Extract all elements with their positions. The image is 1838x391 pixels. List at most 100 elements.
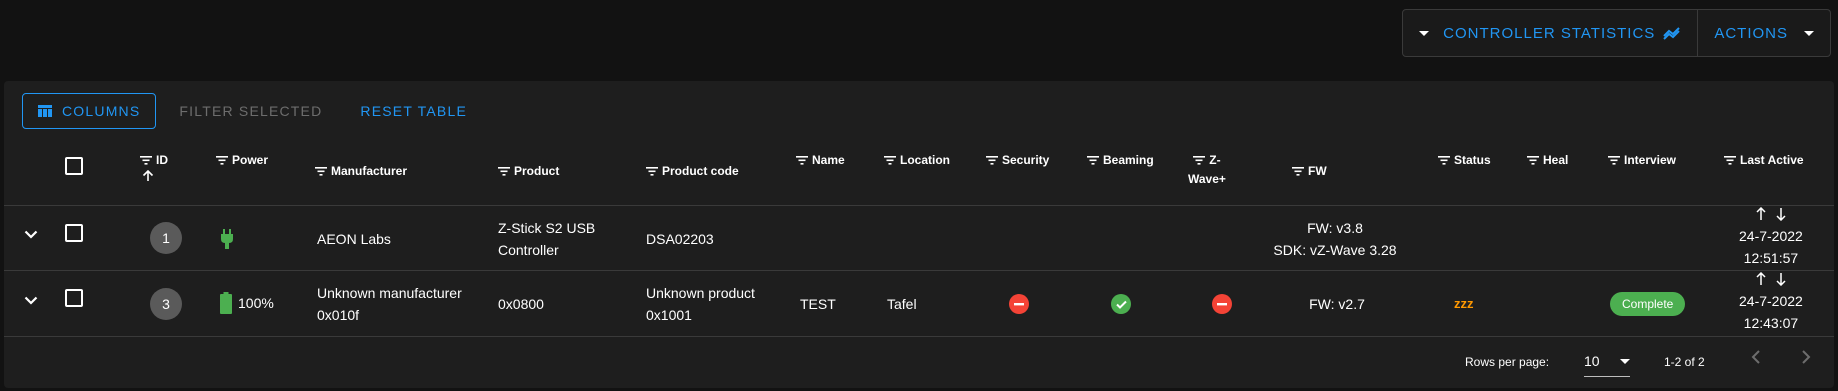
header-name-label: Name (812, 153, 845, 167)
chevron-left-icon (1751, 350, 1760, 364)
id-cell: 3 (150, 288, 182, 320)
header-beaming[interactable]: Beaming (1087, 153, 1154, 167)
filter-icon (140, 156, 152, 165)
actions-label: ACTIONS (1714, 24, 1788, 42)
header-last-active-label: Last Active (1740, 153, 1804, 167)
view-column-icon (38, 105, 52, 117)
product-value-line1: Z-Stick S2 USB (498, 220, 596, 236)
chart-trend-icon (1663, 27, 1681, 40)
select-all-checkbox[interactable] (65, 157, 83, 175)
filter-icon (646, 167, 658, 176)
caret-down-icon (1419, 30, 1430, 36)
header-heal-label: Heal (1543, 153, 1569, 167)
plug-icon (221, 229, 233, 249)
manufacturer-value-line2: 0x010f (317, 307, 360, 323)
chevron-down-icon (24, 296, 38, 305)
fw-value-line1: FW: v3.8 (1307, 220, 1363, 236)
filter-icon (498, 167, 510, 176)
header-zwave-plus-label-1: Z- (1209, 153, 1221, 167)
sleep-text: zzz (1454, 296, 1474, 311)
zwave-plus-cell (1212, 294, 1232, 314)
chevron-down-icon (24, 230, 38, 239)
header-status[interactable]: Status (1438, 153, 1491, 167)
rows-per-page-select[interactable]: 10 (1584, 345, 1630, 377)
header-power[interactable]: Power (216, 153, 268, 167)
header-fw-label: FW (1308, 164, 1327, 178)
manufacturer-cell: AEON Labs (317, 228, 391, 250)
filter-icon (1292, 167, 1304, 176)
caret-down-icon (1804, 30, 1814, 36)
product-cell: Z-Stick S2 USB Controller (498, 217, 595, 261)
next-page-button[interactable] (1800, 349, 1812, 370)
arrow-down-icon (1776, 208, 1786, 221)
filter-icon (986, 156, 998, 165)
rows-per-page-value: 10 (1584, 352, 1600, 369)
header-name[interactable]: Name (796, 153, 845, 167)
power-cell: 100% (220, 292, 274, 314)
fw-cell: FW: v3.8 SDK: vZ-Wave 3.28 (1273, 217, 1396, 261)
columns-label: COLUMNS (62, 103, 141, 119)
arrow-down-icon (1776, 273, 1786, 286)
battery-full-icon (220, 292, 232, 314)
header-zwave-plus[interactable]: Z- Wave+ (1188, 153, 1226, 186)
id-cell: 1 (150, 222, 182, 254)
columns-button[interactable]: COLUMNS (22, 93, 157, 129)
last-active-cell: 24-7-2022 12:51:57 (1739, 207, 1803, 269)
header-last-active[interactable]: Last Active (1724, 153, 1804, 167)
header-product-code-label: Product code (662, 164, 739, 178)
table-row[interactable]: 3 100% Unknown manufacturer 0x010f 0x080… (4, 272, 1834, 337)
header-id[interactable]: ID (140, 153, 168, 182)
last-active-date: 24-7-2022 (1739, 293, 1803, 309)
manufacturer-cell: Unknown manufacturer 0x010f (317, 282, 462, 326)
filter-icon (1193, 156, 1206, 165)
header-manufacturer-label: Manufacturer (331, 164, 408, 178)
header-product-label: Product (514, 164, 560, 178)
manufacturer-value-line1: Unknown manufacturer (317, 285, 462, 301)
arrow-up-icon (1756, 272, 1766, 285)
filter-icon (315, 167, 327, 176)
arrow-up-icon (1756, 207, 1766, 220)
check-circle-icon (1111, 294, 1131, 314)
header-location[interactable]: Location (884, 153, 950, 167)
id-value: 3 (162, 296, 170, 312)
expand-row-button[interactable] (24, 230, 38, 239)
header-zwave-plus-label-2: Wave+ (1188, 172, 1226, 186)
filter-selected-button[interactable]: FILTER SELECTED (164, 93, 337, 129)
table-row[interactable]: 1 AEON Labs Z-Stick S2 USB Controller DS… (4, 207, 1834, 271)
filter-icon (1724, 156, 1736, 165)
security-cell (1009, 294, 1029, 314)
header-interview[interactable]: Interview (1608, 153, 1676, 167)
table-header: ID Power Manufacturer Product Product co… (4, 141, 1834, 206)
filter-icon (1527, 156, 1539, 165)
header-security-label: Security (1002, 153, 1050, 167)
actions-button[interactable]: ACTIONS (1697, 10, 1830, 56)
expand-row-button[interactable] (24, 296, 38, 305)
power-cell (220, 229, 234, 249)
header-manufacturer[interactable]: Manufacturer (315, 164, 407, 178)
beaming-cell (1111, 294, 1131, 314)
product-cell: 0x0800 (498, 293, 544, 315)
controller-statistics-button[interactable]: CONTROLLER STATISTICS (1403, 10, 1697, 56)
header-status-label: Status (1454, 153, 1491, 167)
row-checkbox[interactable] (65, 289, 83, 307)
header-beaming-label: Beaming (1103, 153, 1154, 167)
header-heal[interactable]: Heal (1527, 153, 1568, 167)
fw-value: FW: v2.7 (1309, 296, 1365, 312)
header-product-code[interactable]: Product code (646, 164, 739, 178)
status-cell: zzz (1454, 293, 1474, 315)
location-value: Tafel (887, 296, 917, 312)
id-badge: 3 (150, 288, 182, 320)
filter-icon (216, 156, 228, 165)
row-checkbox[interactable] (65, 224, 83, 242)
filter-icon (796, 156, 808, 165)
header-security[interactable]: Security (986, 153, 1049, 167)
battery-level: 100% (238, 295, 274, 311)
last-active-time: 12:43:07 (1743, 315, 1799, 331)
header-id-label: ID (156, 153, 168, 167)
reset-table-button[interactable]: RESET TABLE (345, 93, 482, 129)
previous-page-button[interactable] (1750, 349, 1762, 370)
header-fw[interactable]: FW (1292, 164, 1327, 178)
last-active-date: 24-7-2022 (1739, 228, 1803, 244)
header-product[interactable]: Product (498, 164, 559, 178)
name-cell: TEST (800, 293, 836, 315)
